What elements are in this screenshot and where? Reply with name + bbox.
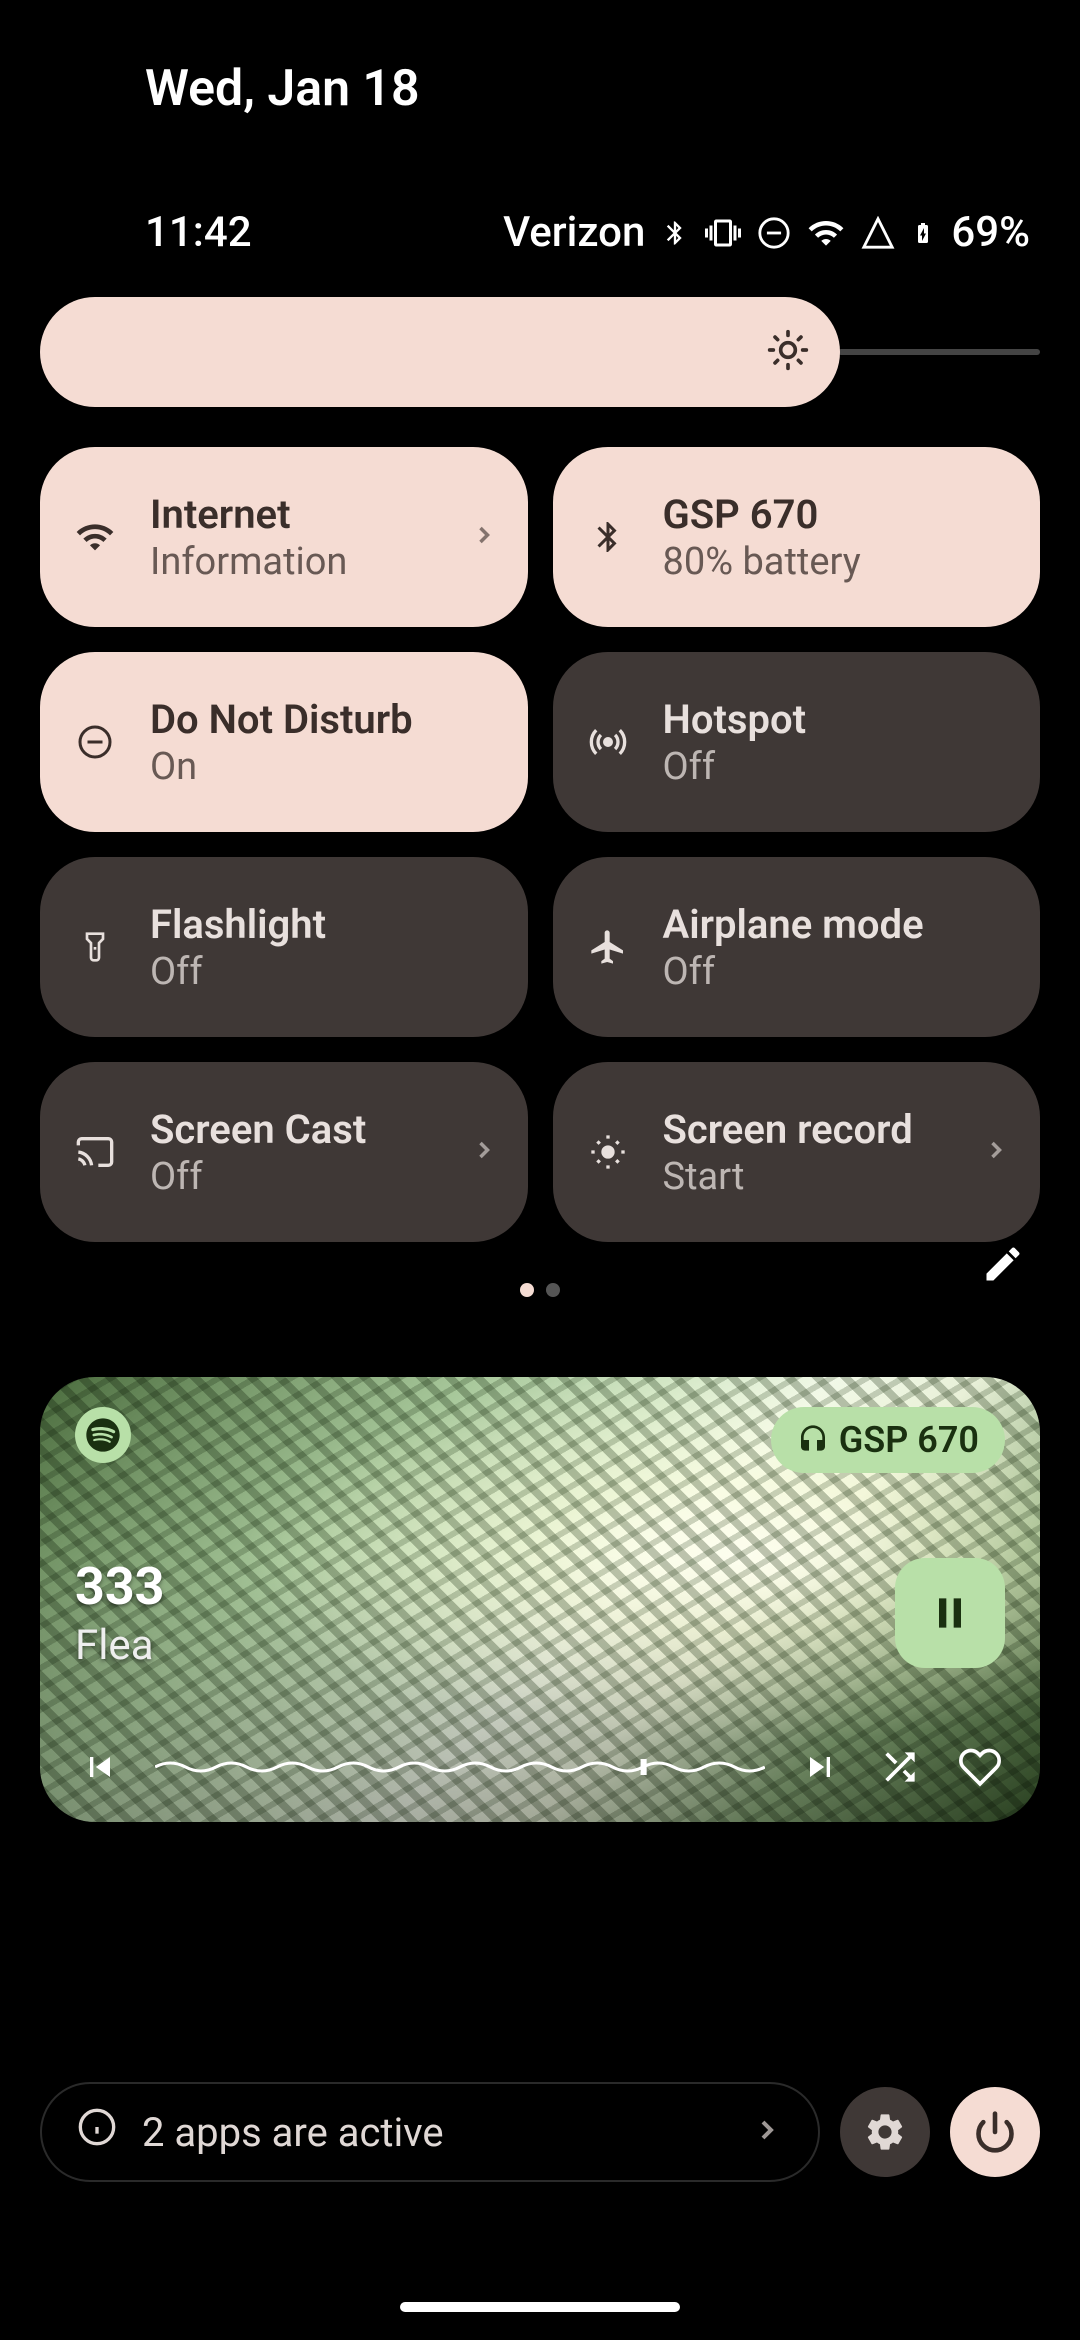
qs-tile-bluetooth[interactable]: GSP 67080% battery xyxy=(553,447,1041,627)
qs-tile-title: Hotspot xyxy=(663,696,1011,743)
dnd-status-icon xyxy=(757,216,791,250)
record-icon xyxy=(583,1132,633,1172)
wifi-icon xyxy=(70,517,120,557)
wifi-status-icon xyxy=(807,214,845,252)
media-device-label: GSP 670 xyxy=(839,1419,979,1461)
settings-button[interactable] xyxy=(840,2087,930,2177)
spotify-icon xyxy=(75,1407,131,1463)
qs-tile-hotspot[interactable]: HotspotOff xyxy=(553,652,1041,832)
brightness-icon xyxy=(766,328,810,376)
qs-tile-sub: Information xyxy=(150,540,440,584)
power-button[interactable] xyxy=(950,2087,1040,2177)
brightness-track[interactable] xyxy=(838,349,1040,355)
status-time: 11:42 xyxy=(145,208,252,257)
qs-tile-title: Screen Cast xyxy=(150,1106,440,1153)
pager-dot-2 xyxy=(546,1283,560,1297)
flashlight-icon xyxy=(70,927,120,967)
qs-tile-sub: On xyxy=(150,745,498,789)
qs-grid: InternetInformationGSP 67080% batteryDo … xyxy=(0,407,1080,1242)
shuffle-button[interactable] xyxy=(875,1742,925,1792)
media-artist: Flea xyxy=(75,1621,165,1670)
chevron-right-icon xyxy=(982,1131,1010,1173)
active-apps-button[interactable]: 2 apps are active xyxy=(40,2082,820,2182)
status-battery-percent: 69% xyxy=(951,208,1030,257)
active-apps-label: 2 apps are active xyxy=(142,2109,444,2156)
qs-tile-title: GSP 670 xyxy=(663,491,1011,538)
qs-tile-title: Flashlight xyxy=(150,901,498,948)
qs-tile-wifi[interactable]: InternetInformation xyxy=(40,447,528,627)
qs-tile-airplane[interactable]: Airplane modeOff xyxy=(553,857,1041,1037)
bluetooth-icon xyxy=(583,519,633,555)
cast-icon xyxy=(70,1132,120,1172)
pause-button[interactable] xyxy=(895,1558,1005,1668)
status-carrier: Verizon xyxy=(503,208,645,257)
qs-tile-sub: Start xyxy=(663,1155,953,1199)
bluetooth-icon xyxy=(661,213,689,253)
media-progress[interactable] xyxy=(155,1757,765,1777)
qs-tile-sub: Off xyxy=(150,950,498,994)
nav-bar[interactable] xyxy=(400,2302,680,2312)
pager-dots xyxy=(520,1283,560,1297)
qs-tile-cast[interactable]: Screen CastOff xyxy=(40,1062,528,1242)
chevron-right-icon xyxy=(751,2109,783,2156)
status-right: Verizon 69% xyxy=(503,208,1030,257)
date-header: Wed, Jan 18 xyxy=(0,0,1080,118)
signal-status-icon xyxy=(861,216,895,250)
media-controls xyxy=(75,1722,1005,1792)
media-card[interactable]: GSP 670 333 Flea xyxy=(40,1377,1040,1822)
qs-tile-sub: Off xyxy=(663,950,1011,994)
info-icon xyxy=(77,2107,117,2157)
edit-button[interactable] xyxy=(981,1242,1025,1290)
qs-tile-sub: 80% battery xyxy=(663,540,1011,584)
media-info: 333 Flea xyxy=(75,1556,165,1670)
vibrate-icon xyxy=(705,215,741,251)
next-button[interactable] xyxy=(795,1742,845,1792)
qs-tile-title: Airplane mode xyxy=(663,901,1011,948)
pager-dot-1 xyxy=(520,1283,534,1297)
brightness-slider[interactable] xyxy=(40,297,840,407)
dnd-icon xyxy=(70,724,120,760)
qs-tile-flashlight[interactable]: FlashlightOff xyxy=(40,857,528,1037)
status-bar: 11:42 Verizon 69% xyxy=(0,118,1080,257)
battery-status-icon xyxy=(911,214,935,252)
hotspot-icon xyxy=(583,722,633,762)
media-device-chip[interactable]: GSP 670 xyxy=(771,1407,1005,1473)
qs-tile-sub: Off xyxy=(663,745,1011,789)
chevron-right-icon xyxy=(470,1131,498,1173)
media-title: 333 xyxy=(75,1556,165,1617)
qs-tile-sub: Off xyxy=(150,1155,440,1199)
qs-tile-dnd[interactable]: Do Not DisturbOn xyxy=(40,652,528,832)
brightness-row xyxy=(0,257,1080,407)
qs-tile-title: Internet xyxy=(150,491,440,538)
like-button[interactable] xyxy=(955,1742,1005,1792)
qs-tile-title: Screen record xyxy=(663,1106,953,1153)
chevron-right-icon xyxy=(470,516,498,558)
airplane-icon xyxy=(583,927,633,967)
qs-tile-title: Do Not Disturb xyxy=(150,696,498,743)
qs-tile-record[interactable]: Screen recordStart xyxy=(553,1062,1041,1242)
pager-row xyxy=(0,1242,1080,1302)
previous-button[interactable] xyxy=(75,1742,125,1792)
footer-bar: 2 apps are active xyxy=(40,2082,1040,2182)
